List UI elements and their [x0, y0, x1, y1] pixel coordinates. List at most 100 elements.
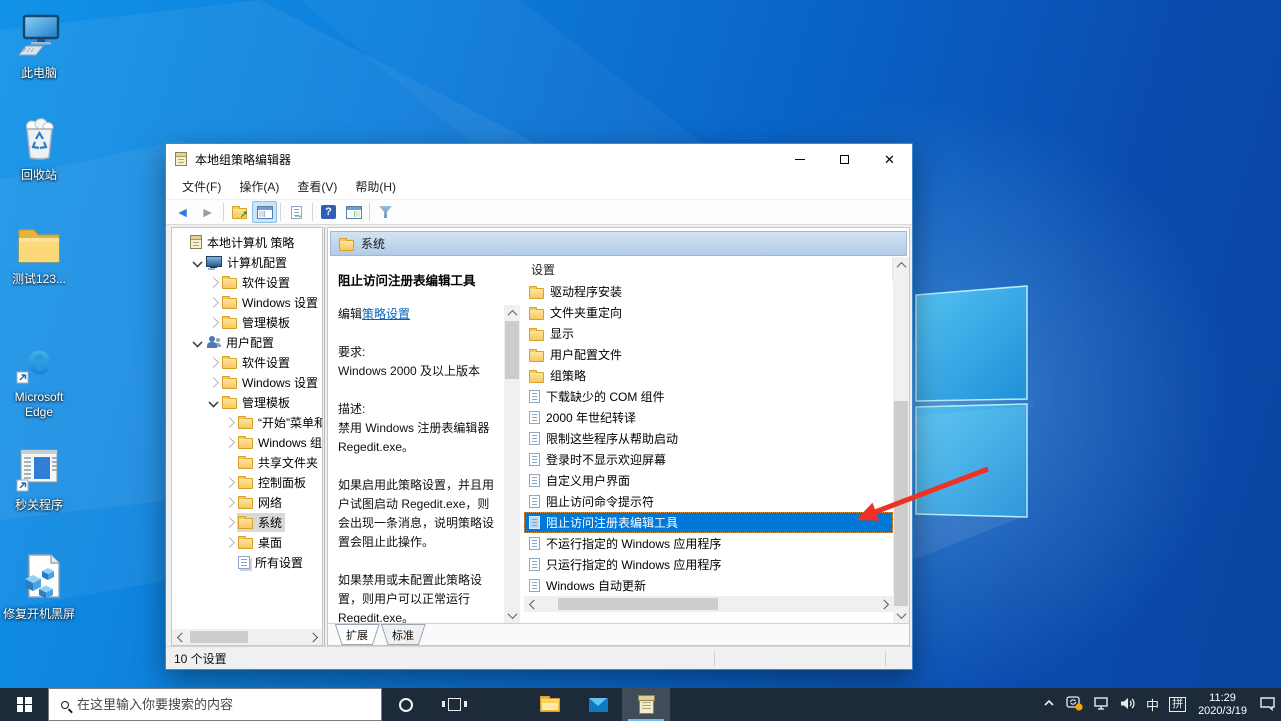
minimize-button[interactable] — [777, 144, 822, 174]
policy-settings-link[interactable]: 策略设置 — [362, 307, 410, 321]
settings-item[interactable]: 用户配置文件 — [524, 344, 893, 365]
settings-item[interactable]: 不运行指定的 Windows 应用程序 — [524, 533, 893, 554]
tree-item[interactable]: 控制面板 — [172, 472, 322, 492]
maximize-button[interactable] — [822, 144, 867, 174]
expander-icon[interactable] — [192, 257, 202, 267]
taskbar-edge-button[interactable] — [478, 688, 526, 721]
taskbar-file-explorer-button[interactable] — [526, 688, 574, 721]
tree-item[interactable]: 计算机配置 — [172, 252, 322, 272]
search-input[interactable] — [77, 697, 327, 712]
tree-item[interactable]: 桌面 — [172, 532, 322, 552]
list-vertical-scrollbar[interactable] — [893, 257, 909, 623]
desktop-icon-test-folder[interactable]: 测试123... — [2, 224, 76, 287]
scrollbar-thumb[interactable] — [894, 401, 908, 606]
settings-item[interactable]: 阻止访问命令提示符 — [524, 491, 893, 512]
tree-item[interactable]: 管理模板 — [172, 312, 322, 332]
expander-icon[interactable] — [208, 277, 219, 288]
expander-icon[interactable] — [208, 357, 219, 368]
expander-icon[interactable] — [224, 537, 235, 548]
list-horizontal-scrollbar[interactable] — [524, 596, 893, 612]
settings-column-header[interactable]: 设置 — [524, 257, 893, 281]
taskbar-search[interactable] — [48, 688, 382, 721]
settings-item[interactable]: 自定义用户界面 — [524, 470, 893, 491]
settings-item[interactable]: 限制这些程序从帮助启动 — [524, 428, 893, 449]
scrollbar-thumb[interactable] — [190, 631, 248, 643]
description-scrollbar[interactable] — [504, 305, 520, 623]
scrollbar-thumb[interactable] — [505, 321, 519, 379]
toolbar-help-button[interactable]: ? — [316, 201, 341, 223]
tree-item[interactable]: 管理模板 — [172, 392, 322, 412]
scroll-down-button[interactable] — [893, 607, 909, 623]
tab-standard[interactable]: 标准 — [382, 625, 426, 645]
taskbar-gpedit-button[interactable] — [622, 688, 670, 721]
settings-item[interactable]: 下载缺少的 COM 组件 — [524, 386, 893, 407]
tray-pinyin-button[interactable]: 拼 — [1164, 688, 1191, 721]
settings-item[interactable]: 文件夹重定向 — [524, 302, 893, 323]
expander-icon[interactable] — [208, 397, 218, 407]
tree-item[interactable]: “开始”菜单和任务栏 — [172, 412, 322, 432]
settings-item[interactable]: 显示 — [524, 323, 893, 344]
scroll-up-button[interactable] — [504, 305, 520, 321]
menu-item-help[interactable]: 帮助(H) — [347, 174, 404, 199]
toolbar-back-arrow-button[interactable]: ◄ — [170, 201, 195, 223]
tree-item[interactable]: 系统 — [172, 512, 322, 532]
taskbar-cortana-button[interactable] — [382, 688, 430, 721]
settings-item[interactable]: 登录时不显示欢迎屏幕 — [524, 449, 893, 470]
tray-ime-button[interactable]: 中 — [1141, 688, 1164, 721]
toolbar-forward-arrow-button[interactable]: ► — [195, 201, 220, 223]
tree-item[interactable]: 所有设置 — [172, 552, 322, 572]
menu-item-view[interactable]: 查看(V) — [289, 174, 345, 199]
scrollbar-thumb[interactable] — [558, 598, 718, 610]
tree-item[interactable]: Windows 设置 — [172, 372, 322, 392]
tab-extended[interactable]: 扩展 — [336, 625, 380, 645]
title-bar[interactable]: 本地组策略编辑器 ✕ — [166, 144, 912, 174]
taskbar-clock[interactable]: 11:292020/3/19 — [1191, 688, 1254, 721]
expander-icon[interactable] — [224, 517, 235, 528]
tree-item[interactable]: 用户配置 — [172, 332, 322, 352]
settings-item[interactable]: Windows 自动更新 — [524, 575, 893, 596]
expander-icon[interactable] — [208, 317, 219, 328]
tree-item[interactable]: 共享文件夹 — [172, 452, 322, 472]
toolbar-show-action-pane-button[interactable] — [341, 201, 366, 223]
tray-network-button[interactable] — [1088, 688, 1114, 721]
tree-horizontal-scrollbar[interactable] — [172, 629, 322, 645]
scroll-left-button[interactable] — [172, 629, 188, 645]
tray-hidden-icons-chevron-button[interactable] — [1037, 688, 1061, 721]
scroll-right-button[interactable] — [306, 629, 322, 645]
settings-item[interactable]: 驱动程序安装 — [524, 281, 893, 302]
settings-item[interactable]: 2000 年世纪转译 — [524, 407, 893, 428]
tree-item[interactable]: Windows 组件 — [172, 432, 322, 452]
expander-icon[interactable] — [224, 437, 235, 448]
start-button[interactable] — [0, 688, 48, 721]
pane-splitter[interactable] — [324, 227, 325, 646]
toolbar-up-folder-button[interactable]: ↗ — [227, 201, 252, 223]
menu-item-action[interactable]: 操作(A) — [231, 174, 287, 199]
close-button[interactable]: ✕ — [867, 144, 912, 174]
expander-icon[interactable] — [224, 477, 235, 488]
settings-item[interactable]: 只运行指定的 Windows 应用程序 — [524, 554, 893, 575]
toolbar-show-console-tree-button[interactable] — [252, 201, 277, 223]
expander-icon[interactable] — [224, 497, 235, 508]
desktop-icon-this-pc[interactable]: 此电脑 — [2, 14, 76, 81]
expander-icon[interactable] — [208, 377, 219, 388]
toolbar-export-list-button[interactable]: → — [284, 201, 309, 223]
toolbar-filter-button[interactable] — [373, 201, 398, 223]
menu-item-file[interactable]: 文件(F) — [174, 174, 229, 199]
expander-icon[interactable] — [224, 417, 235, 428]
scroll-down-button[interactable] — [504, 607, 520, 623]
tray-volume-button[interactable] — [1114, 688, 1141, 721]
scroll-left-button[interactable] — [524, 596, 540, 612]
settings-item[interactable]: 组策略 — [524, 365, 893, 386]
settings-item[interactable]: 阻止访问注册表编辑工具 — [524, 512, 893, 533]
expander-icon[interactable] — [192, 337, 202, 347]
desktop-icon-edge[interactable]: eMicrosoft Edge — [2, 336, 76, 420]
desktop-icon-recycle-bin[interactable]: 回收站 — [2, 114, 76, 183]
tree-item[interactable]: 软件设置 — [172, 272, 322, 292]
desktop-icon-fix-black-screen[interactable]: 修复开机黑屏 — [2, 553, 76, 622]
taskbar-task-view-button[interactable] — [430, 688, 478, 721]
tree-item[interactable]: 本地计算机 策略 — [172, 232, 322, 252]
scroll-right-button[interactable] — [877, 596, 893, 612]
tray-action-center-button[interactable] — [1254, 688, 1281, 721]
tree-item[interactable]: Windows 设置 — [172, 292, 322, 312]
taskbar-mail-button[interactable] — [574, 688, 622, 721]
